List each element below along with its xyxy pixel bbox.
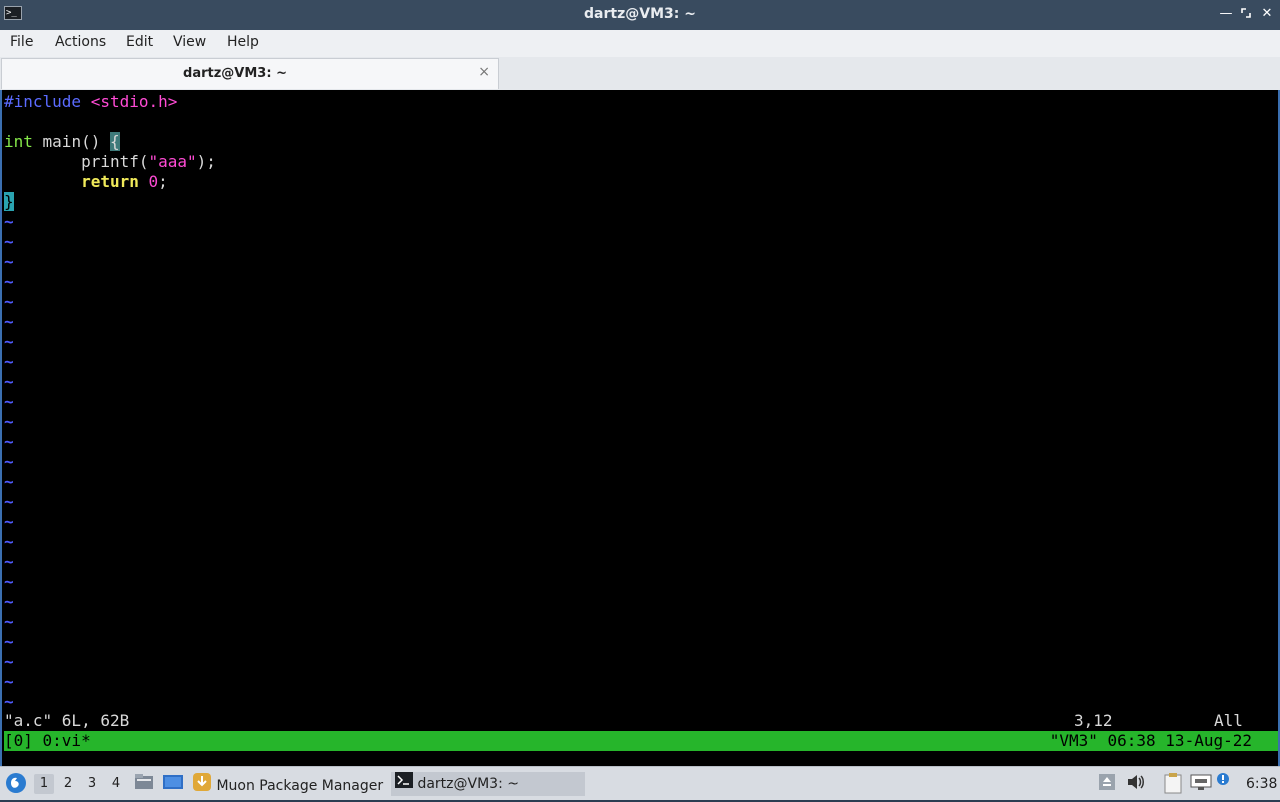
- printf-call: printf(: [4, 152, 149, 171]
- preprocessor-directive: #include: [4, 92, 82, 111]
- menu-file[interactable]: File: [10, 34, 33, 50]
- code-line-1: #include <stdio.h>: [4, 92, 177, 112]
- workspace-3[interactable]: 3: [82, 774, 102, 794]
- tilde-marker: ~: [4, 332, 14, 351]
- menu-bar: File Actions Edit View Help: [0, 30, 1280, 57]
- return-keyword: return: [81, 172, 139, 191]
- tilde-marker: ~: [4, 212, 14, 231]
- package-manager-icon: [192, 772, 212, 800]
- close-icon[interactable]: ✕: [1259, 6, 1275, 22]
- volume-icon[interactable]: [1126, 772, 1146, 796]
- tray-eject-icon[interactable]: [1098, 772, 1116, 796]
- tilde-marker: ~: [4, 312, 14, 331]
- terminal-view[interactable]: #include <stdio.h> int main() { printf("…: [0, 90, 1280, 766]
- window-title: dartz@VM3: ~: [584, 6, 696, 22]
- vim-message-line: "a.c" 6L, 62B 3,12 All: [4, 711, 1278, 731]
- tilde-marker: ~: [4, 272, 14, 291]
- function-signature: main(): [32, 132, 110, 151]
- code-line-6: }: [4, 192, 14, 212]
- taskbar-app-muon[interactable]: Muon Package Manager: [192, 772, 386, 796]
- type-keyword: int: [4, 132, 33, 151]
- update-notifier-icon[interactable]: [1216, 770, 1230, 794]
- statement-end: );: [196, 152, 216, 171]
- tilde-marker: ~: [4, 692, 14, 711]
- workspace-1[interactable]: 1: [34, 774, 54, 794]
- tilde-marker: ~: [4, 252, 14, 271]
- tmux-window-list: [0] 0:vi*: [4, 731, 91, 750]
- tilde-marker: ~: [4, 652, 14, 671]
- tilde-marker: ~: [4, 612, 14, 631]
- show-desktop-icon[interactable]: [162, 772, 184, 796]
- number-literal: 0: [148, 172, 159, 191]
- tmux-status-bar: [0] 0:vi* "VM3" 06:38 13-Aug-22: [4, 731, 1278, 751]
- tilde-marker: ~: [4, 372, 14, 391]
- taskbar-app-label: Muon Package Manager: [216, 778, 384, 794]
- tilde-marker: ~: [4, 232, 14, 251]
- tab-bar: dartz@VM3: ~ ×: [0, 57, 1280, 91]
- menu-view[interactable]: View: [173, 34, 206, 50]
- tmux-host-clock: "VM3" 06:38 13-Aug-22: [1049, 731, 1252, 750]
- tilde-marker: ~: [4, 532, 14, 551]
- tab-terminal[interactable]: dartz@VM3: ~ ×: [1, 58, 499, 89]
- taskbar: 1 2 3 4 Muon Package Manager dartz@VM3: …: [0, 766, 1280, 800]
- tilde-marker: ~: [4, 512, 14, 531]
- tilde-marker: ~: [4, 352, 14, 371]
- string-literal: "aaa": [148, 152, 197, 171]
- clipboard-icon[interactable]: [1163, 772, 1183, 796]
- code-line-3: int main() {: [4, 132, 120, 152]
- workspace-2[interactable]: 2: [58, 774, 78, 794]
- taskbar-app-label: dartz@VM3: ~: [417, 776, 519, 792]
- include-header: <stdio.h>: [90, 92, 178, 111]
- tilde-marker: ~: [4, 672, 14, 691]
- tab-close-icon[interactable]: ×: [478, 64, 490, 80]
- terminal-icon: [395, 772, 413, 796]
- menu-help[interactable]: Help: [227, 34, 259, 50]
- start-menu-icon[interactable]: [5, 772, 27, 796]
- tilde-marker: ~: [4, 392, 14, 411]
- file-info: "a.c" 6L, 62B: [4, 711, 130, 730]
- matched-brace: {: [109, 132, 120, 151]
- tilde-marker: ~: [4, 432, 14, 451]
- file-manager-icon[interactable]: [134, 772, 154, 796]
- tilde-marker: ~: [4, 412, 14, 431]
- menu-actions[interactable]: Actions: [55, 34, 106, 50]
- statement-end: ;: [158, 172, 168, 191]
- menu-edit[interactable]: Edit: [126, 34, 153, 50]
- network-icon[interactable]: [1190, 772, 1212, 796]
- workspace-4[interactable]: 4: [106, 774, 126, 794]
- tilde-marker: ~: [4, 592, 14, 611]
- tilde-marker: ~: [4, 632, 14, 651]
- tilde-marker: ~: [4, 472, 14, 491]
- tilde-marker: ~: [4, 572, 14, 591]
- maximize-icon[interactable]: [1238, 6, 1254, 22]
- code-line-4: printf("aaa");: [4, 152, 216, 172]
- tilde-marker: ~: [4, 552, 14, 571]
- scroll-indicator: All: [1214, 711, 1243, 730]
- tilde-marker: ~: [4, 492, 14, 511]
- window-titlebar: >_ dartz@VM3: ~ — ✕: [0, 0, 1280, 30]
- code-line-5: return 0;: [4, 172, 168, 192]
- tilde-marker: ~: [4, 292, 14, 311]
- tab-label: dartz@VM3: ~: [183, 66, 287, 81]
- cursor-position: 3,12: [1074, 711, 1113, 730]
- taskbar-app-terminal[interactable]: dartz@VM3: ~: [391, 772, 585, 796]
- minimize-icon[interactable]: —: [1218, 6, 1234, 22]
- text-cursor: }: [4, 192, 14, 211]
- clock[interactable]: 6:38: [1246, 772, 1277, 796]
- tilde-marker: ~: [4, 452, 14, 471]
